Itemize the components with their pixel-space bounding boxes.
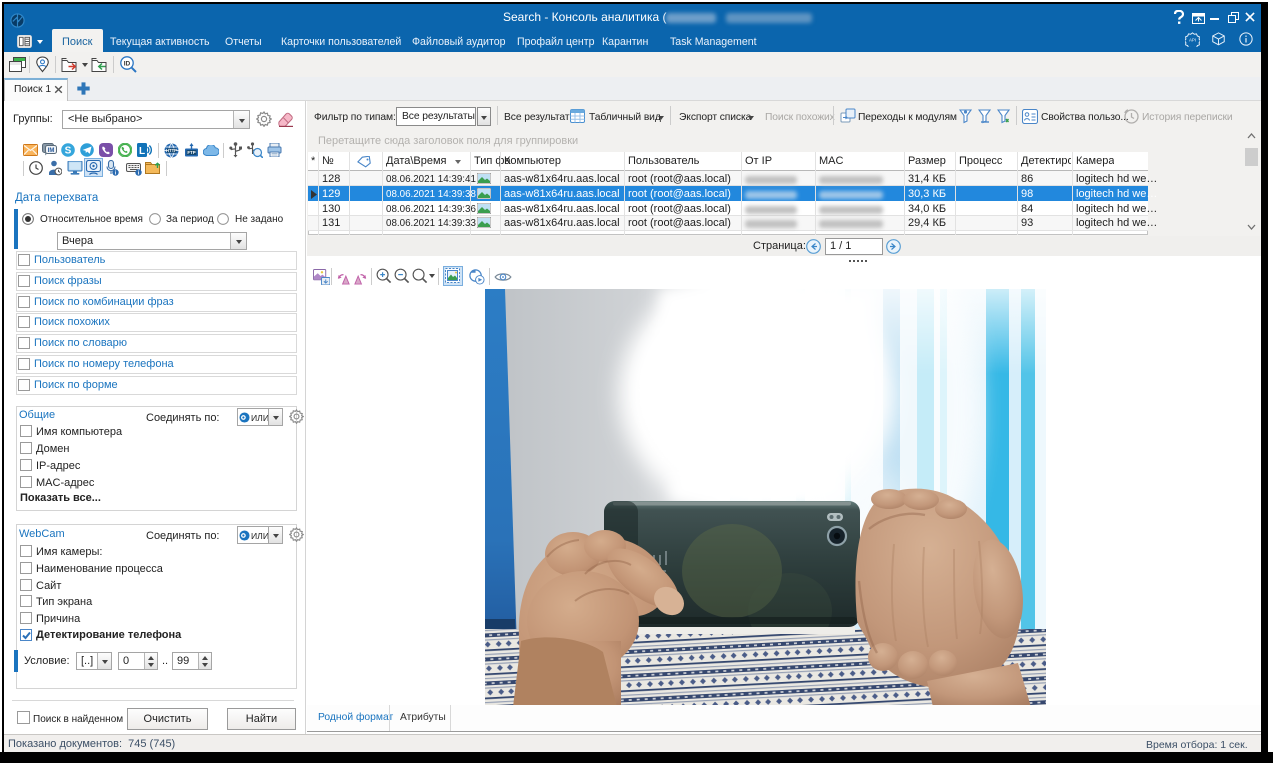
- svg-text:ID: ID: [124, 61, 131, 68]
- svg-text:IM: IM: [48, 148, 55, 154]
- svg-text:FTP: FTP: [187, 150, 195, 155]
- svg-text:API: API: [1189, 37, 1196, 42]
- svg-text:S: S: [65, 146, 72, 157]
- svg-text:HTTP: HTTP: [166, 148, 177, 153]
- svg-text:L: L: [139, 146, 145, 157]
